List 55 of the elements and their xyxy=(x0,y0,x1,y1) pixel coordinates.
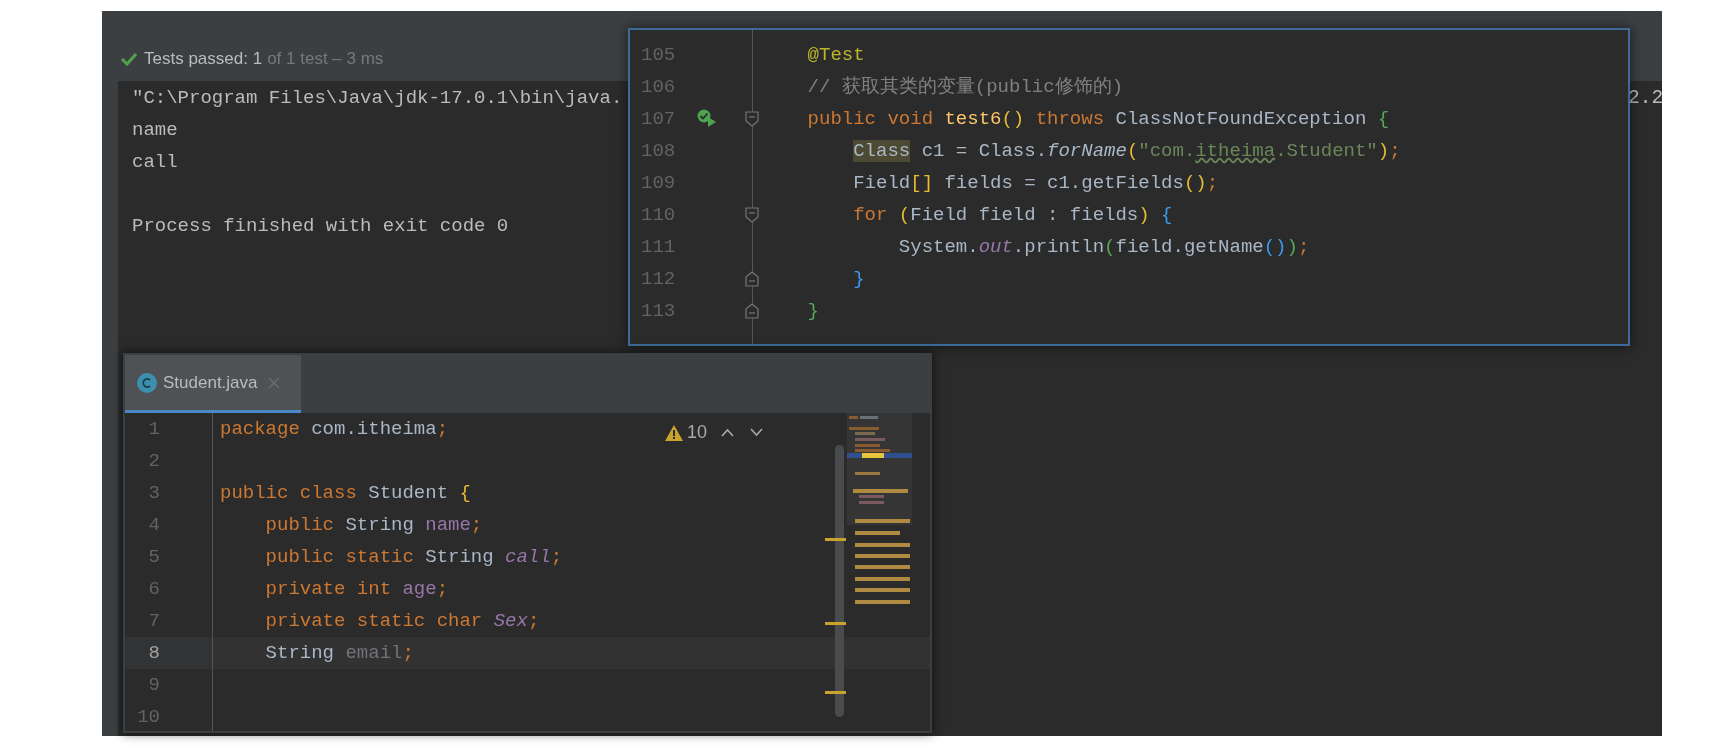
line-number: 10 xyxy=(137,706,160,728)
check-icon xyxy=(120,51,138,67)
line-number: 7 xyxy=(148,610,160,632)
line-number: 105 xyxy=(641,44,676,66)
code-line: public void test6() throws ClassNotFoundException { xyxy=(806,108,1390,130)
code-line: public String name; xyxy=(264,514,483,536)
line-number: 3 xyxy=(148,482,160,504)
code-line: String email; xyxy=(264,642,414,664)
chevron-up-icon[interactable] xyxy=(721,428,735,437)
console-text: call xyxy=(132,151,178,173)
code-line: private static char Sex; xyxy=(264,610,540,632)
line-number: 106 xyxy=(641,76,676,98)
test-status: Tests passed: 1 xyxy=(144,48,263,71)
code-line: for (Field field : fields) { xyxy=(852,204,1173,226)
code-line: public class Student { xyxy=(220,482,471,504)
code-line: package com.itheima; xyxy=(220,418,449,440)
line-number: 6 xyxy=(148,578,160,600)
line-number: 111 xyxy=(641,236,676,258)
fold-icon[interactable] xyxy=(745,111,759,127)
line-number: 5 xyxy=(148,546,160,568)
close-icon[interactable] xyxy=(267,376,280,389)
code-line: private int age; xyxy=(264,578,449,600)
warning-icon xyxy=(665,424,683,441)
line-number: 110 xyxy=(641,204,676,226)
chevron-down-icon[interactable] xyxy=(750,428,764,437)
code-line: } xyxy=(806,300,819,322)
class-icon xyxy=(137,372,157,393)
code-line: // 获取其类的变量(public修饰的) xyxy=(806,76,1124,98)
console-text: name xyxy=(132,119,178,141)
code-line: } xyxy=(852,268,865,290)
code-line: Field[] fields = c1.getFields(); xyxy=(852,172,1219,194)
test-duration: of 1 test – 3 ms xyxy=(267,48,384,71)
line-number: 109 xyxy=(641,172,676,194)
code-line: public static String call; xyxy=(264,546,563,568)
line-number: 2 xyxy=(148,450,160,472)
file-tab[interactable]: Student.java xyxy=(125,355,301,413)
code-line: System.out.println(field.getName()); xyxy=(897,236,1310,258)
code-line: @Test xyxy=(806,44,865,66)
line-number: 9 xyxy=(148,674,160,696)
line-number: 1 xyxy=(148,418,160,440)
console-text: 2.2 xyxy=(1628,86,1664,111)
fold-end-icon[interactable] xyxy=(745,303,759,319)
warning-count[interactable]: 10 xyxy=(687,419,708,446)
line-number: 112 xyxy=(641,268,676,290)
console-text: Process finished with exit code 0 xyxy=(132,215,509,237)
fold-end-icon[interactable] xyxy=(745,271,759,287)
fold-icon[interactable] xyxy=(745,207,759,223)
code-line: Class c1 = Class.forName("com.itheima.Student"); xyxy=(852,140,1401,162)
line-number: 8 xyxy=(148,642,160,664)
line-number: 107 xyxy=(641,108,676,130)
line-number: 4 xyxy=(148,514,160,536)
run-test-icon[interactable] xyxy=(697,109,717,127)
line-number: 113 xyxy=(641,300,676,322)
console-text: "C:\Program Files\Java\jdk-17.0.1\bin\java. xyxy=(132,87,623,109)
line-number: 108 xyxy=(641,140,676,162)
